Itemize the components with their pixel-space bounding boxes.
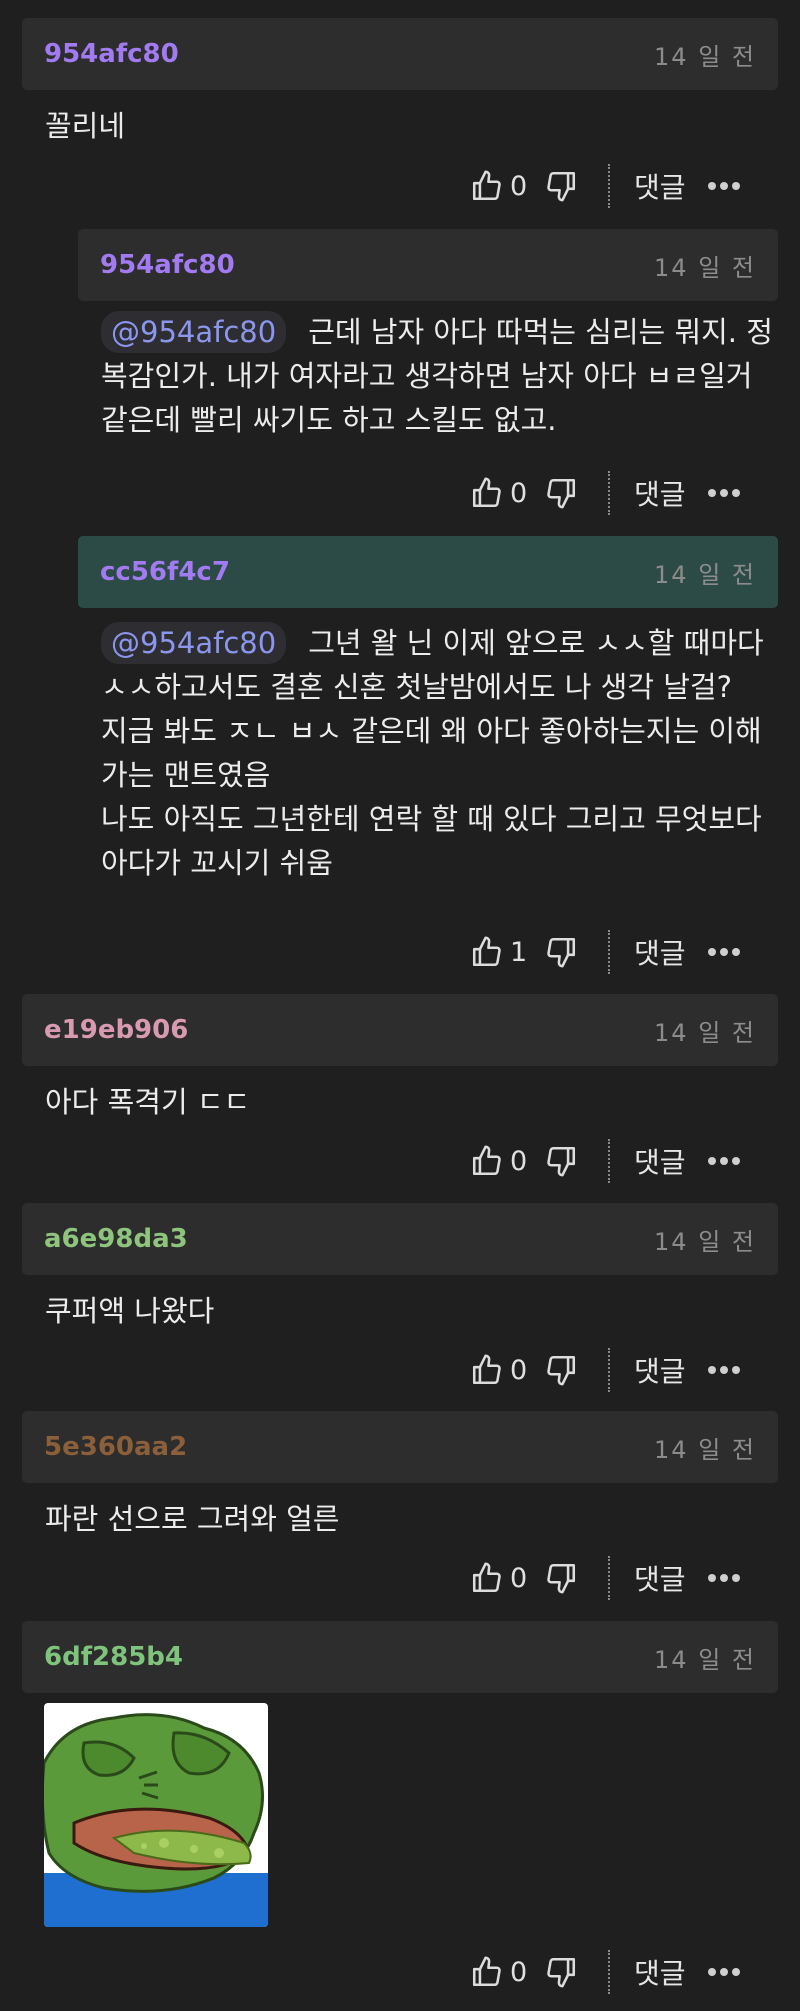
reply-button[interactable]: 댓글 [634, 932, 686, 972]
comment-line: 나도 아직도 그년한테 연락 할 때 있다 그리고 무엇보다 [101, 802, 762, 836]
comment-text: 쿠퍼액 나왔다 [45, 1294, 215, 1328]
reply-button[interactable]: 댓글 [634, 1558, 686, 1598]
author-name[interactable]: a6e98da3 [44, 1224, 188, 1254]
divider [608, 930, 610, 974]
author-name[interactable]: e19eb906 [44, 1015, 188, 1045]
comment-line: 가는 맨트였음 [101, 758, 271, 792]
comment-text: @954afc80 그년 왈 닌 이제 앞으로 ㅅㅅ할 때마다 ㅅㅅ하고서도 결혼… [101, 621, 781, 885]
pepe-vomit-image[interactable] [44, 1703, 268, 1927]
divider [608, 1348, 610, 1392]
more-dots-icon[interactable] [707, 948, 740, 956]
comment-text: @954afc80 근데 남자 아다 따먹는 심리는 뭐지. 정복감인가. 내가 … [101, 310, 781, 442]
mention-chip[interactable]: @954afc80 [101, 311, 287, 353]
like-count: 0 [510, 1145, 528, 1177]
thumbs-up-icon[interactable] [470, 935, 504, 969]
thumbs-up-icon[interactable] [470, 1353, 504, 1387]
timestamp: 14 일 전 [654, 253, 756, 282]
comment-actions: 0 댓글 [470, 1137, 782, 1185]
comment-header: a6e98da3 14 일 전 [22, 1203, 778, 1275]
comment-actions: 1 댓글 [470, 928, 782, 976]
thumbs-down-icon[interactable] [544, 935, 578, 969]
thumbs-down-icon[interactable] [544, 1561, 578, 1595]
like-count: 0 [510, 170, 528, 202]
timestamp: 14 일 전 [654, 1435, 756, 1464]
timestamp: 14 일 전 [654, 42, 756, 71]
comment-header: e19eb906 14 일 전 [22, 994, 778, 1066]
more-dots-icon[interactable] [707, 1574, 740, 1582]
author-name[interactable]: cc56f4c7 [100, 557, 230, 587]
like-count: 0 [510, 1354, 528, 1386]
divider [608, 1950, 610, 1994]
comment-line: 아다가 꼬시기 쉬움 [101, 846, 333, 880]
comment-header-highlighted: cc56f4c7 14 일 전 [78, 536, 778, 608]
reply-button[interactable]: 댓글 [634, 1952, 686, 1992]
comment-header: 5e360aa2 14 일 전 [22, 1411, 778, 1483]
like-count: 0 [510, 1956, 528, 1988]
divider [608, 164, 610, 208]
author-name[interactable]: 5e360aa2 [44, 1432, 187, 1462]
thumbs-down-icon[interactable] [544, 1955, 578, 1989]
author-name[interactable]: 954afc80 [100, 250, 235, 280]
timestamp: 14 일 전 [654, 1645, 756, 1674]
thumbs-up-icon[interactable] [470, 1144, 504, 1178]
comment-actions: 0 댓글 [470, 1346, 782, 1394]
comment-text: 파란 선으로 그려와 얼른 [45, 1502, 340, 1536]
thumbs-up-icon[interactable] [470, 1955, 504, 1989]
reply-button[interactable]: 댓글 [634, 166, 686, 206]
comment-actions: 0 댓글 [470, 162, 782, 210]
reply-button[interactable]: 댓글 [634, 1350, 686, 1390]
like-count: 1 [510, 936, 528, 968]
comment-actions: 0 댓글 [470, 1948, 782, 1996]
divider [608, 1556, 610, 1600]
timestamp: 14 일 전 [654, 1227, 756, 1256]
comment-actions: 0 댓글 [470, 469, 782, 517]
comment-actions: 0 댓글 [470, 1554, 782, 1602]
thumbs-down-icon[interactable] [544, 169, 578, 203]
mention-chip[interactable]: @954afc80 [101, 622, 287, 664]
comment-line: @954afc80 그년 왈 닌 이제 앞으로 ㅅㅅ할 때마다 [101, 621, 781, 665]
more-dots-icon[interactable] [707, 182, 740, 190]
timestamp: 14 일 전 [654, 1018, 756, 1047]
divider [608, 471, 610, 515]
like-count: 0 [510, 477, 528, 509]
more-dots-icon[interactable] [707, 1157, 740, 1165]
divider [608, 1139, 610, 1183]
comment-line: 지금 봐도 ㅈㄴ ㅂㅅ 같은데 왜 아다 좋아하는지는 이해 [101, 714, 762, 748]
comment-header: 954afc80 14 일 전 [78, 229, 778, 301]
author-name[interactable]: 954afc80 [44, 39, 179, 69]
thumbs-up-icon[interactable] [470, 1561, 504, 1595]
thumbs-down-icon[interactable] [544, 1144, 578, 1178]
comment-text: 아다 폭격기 ㄷㄷ [45, 1085, 251, 1119]
like-count: 0 [510, 1562, 528, 1594]
comment-header: 6df285b4 14 일 전 [22, 1621, 778, 1693]
comment-header: 954afc80 14 일 전 [22, 18, 778, 90]
timestamp: 14 일 전 [654, 560, 756, 589]
comment-text: 꼴리네 [45, 109, 126, 143]
thumbs-down-icon[interactable] [544, 1353, 578, 1387]
reply-button[interactable]: 댓글 [634, 473, 686, 513]
thumbs-up-icon[interactable] [470, 476, 504, 510]
more-dots-icon[interactable] [707, 1366, 740, 1374]
reply-button[interactable]: 댓글 [634, 1141, 686, 1181]
author-name[interactable]: 6df285b4 [44, 1642, 183, 1672]
thumbs-up-icon[interactable] [470, 169, 504, 203]
more-dots-icon[interactable] [707, 489, 740, 497]
thumbs-down-icon[interactable] [544, 476, 578, 510]
comment-line: ㅅㅅ하고서도 결혼 신혼 첫날밤에서도 나 생각 날걸? [101, 670, 732, 704]
more-dots-icon[interactable] [707, 1968, 740, 1976]
